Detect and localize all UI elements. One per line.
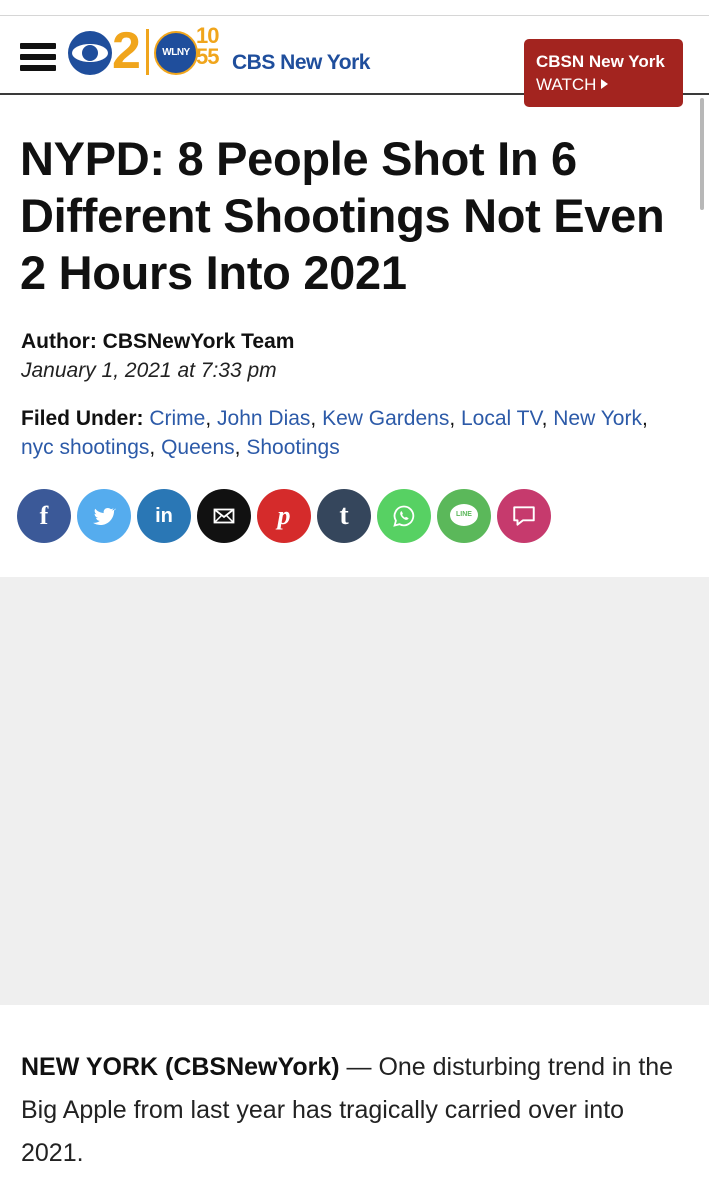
menu-hamburger-icon[interactable]: [20, 43, 56, 73]
page-scrollbar[interactable]: [700, 98, 704, 210]
author-name: CBSNewYork Team: [102, 330, 295, 353]
article-author: Author: CBSNewYork Team: [21, 330, 294, 354]
comments-button[interactable]: [497, 489, 551, 543]
site-header: 2 WLNY 10 55 CBS New York CBSN New York W…: [0, 17, 709, 107]
watch-button-title: CBSN New York: [536, 52, 665, 71]
lede-dateline: NEW YORK (CBSNewYork): [21, 1053, 340, 1081]
logo-divider: [146, 29, 149, 75]
comment-icon: [513, 506, 535, 526]
tag-link[interactable]: Shootings: [246, 436, 339, 459]
whatsapp-share-button[interactable]: [377, 489, 431, 543]
pinterest-icon: p: [277, 501, 291, 530]
logo-1055: 10 55: [196, 23, 220, 69]
site-logo[interactable]: 2 WLNY 10 55 CBS New York: [68, 22, 398, 81]
filed-under-label: Filed Under:: [21, 407, 144, 430]
tag-link[interactable]: Queens: [161, 436, 235, 459]
article-lede: NEW YORK (CBSNewYork) — One disturbing t…: [21, 1046, 681, 1175]
article-headline: NYPD: 8 People Shot In 6 Different Shoot…: [20, 132, 665, 299]
facebook-share-button[interactable]: f: [17, 489, 71, 543]
twitter-share-button[interactable]: [77, 489, 131, 543]
tag-link[interactable]: Crime: [149, 407, 205, 430]
line-share-button[interactable]: LINE: [437, 489, 491, 543]
email-icon: [213, 508, 235, 524]
article-date: January 1, 2021 at 7:33 pm: [21, 359, 277, 382]
cbsn-watch-button[interactable]: CBSN New York WATCH: [524, 39, 683, 107]
email-share-button[interactable]: [197, 489, 251, 543]
wlny-logo: WLNY: [154, 31, 198, 75]
whatsapp-icon: [393, 505, 415, 527]
twitter-icon: [92, 507, 116, 525]
linkedin-icon: in: [155, 505, 173, 527]
ad-placeholder: [0, 577, 709, 1005]
linkedin-share-button[interactable]: in: [137, 489, 191, 543]
watch-button-label: WATCH: [536, 73, 683, 97]
facebook-icon: f: [39, 501, 49, 530]
tag-link[interactable]: Kew Gardens: [322, 407, 449, 430]
tumblr-share-button[interactable]: t: [317, 489, 371, 543]
play-arrow-icon: [601, 79, 609, 89]
tag-link[interactable]: New York: [553, 407, 642, 430]
tag-link[interactable]: nyc shootings: [21, 436, 149, 459]
tag-link[interactable]: Local TV: [461, 407, 542, 430]
tag-link[interactable]: John Dias: [217, 407, 310, 430]
author-label: Author:: [21, 330, 97, 353]
line-icon-label: LINE: [456, 511, 472, 518]
browser-top-bar: [0, 0, 709, 16]
filed-under: Filed Under: Crime, John Dias, Kew Garde…: [21, 407, 648, 459]
tumblr-icon: t: [339, 500, 349, 531]
pinterest-share-button[interactable]: p: [257, 489, 311, 543]
cbs-eye-icon: [68, 31, 112, 75]
logo-channel-number: 2: [112, 22, 141, 80]
logo-brand-text: CBS New York: [232, 51, 370, 74]
